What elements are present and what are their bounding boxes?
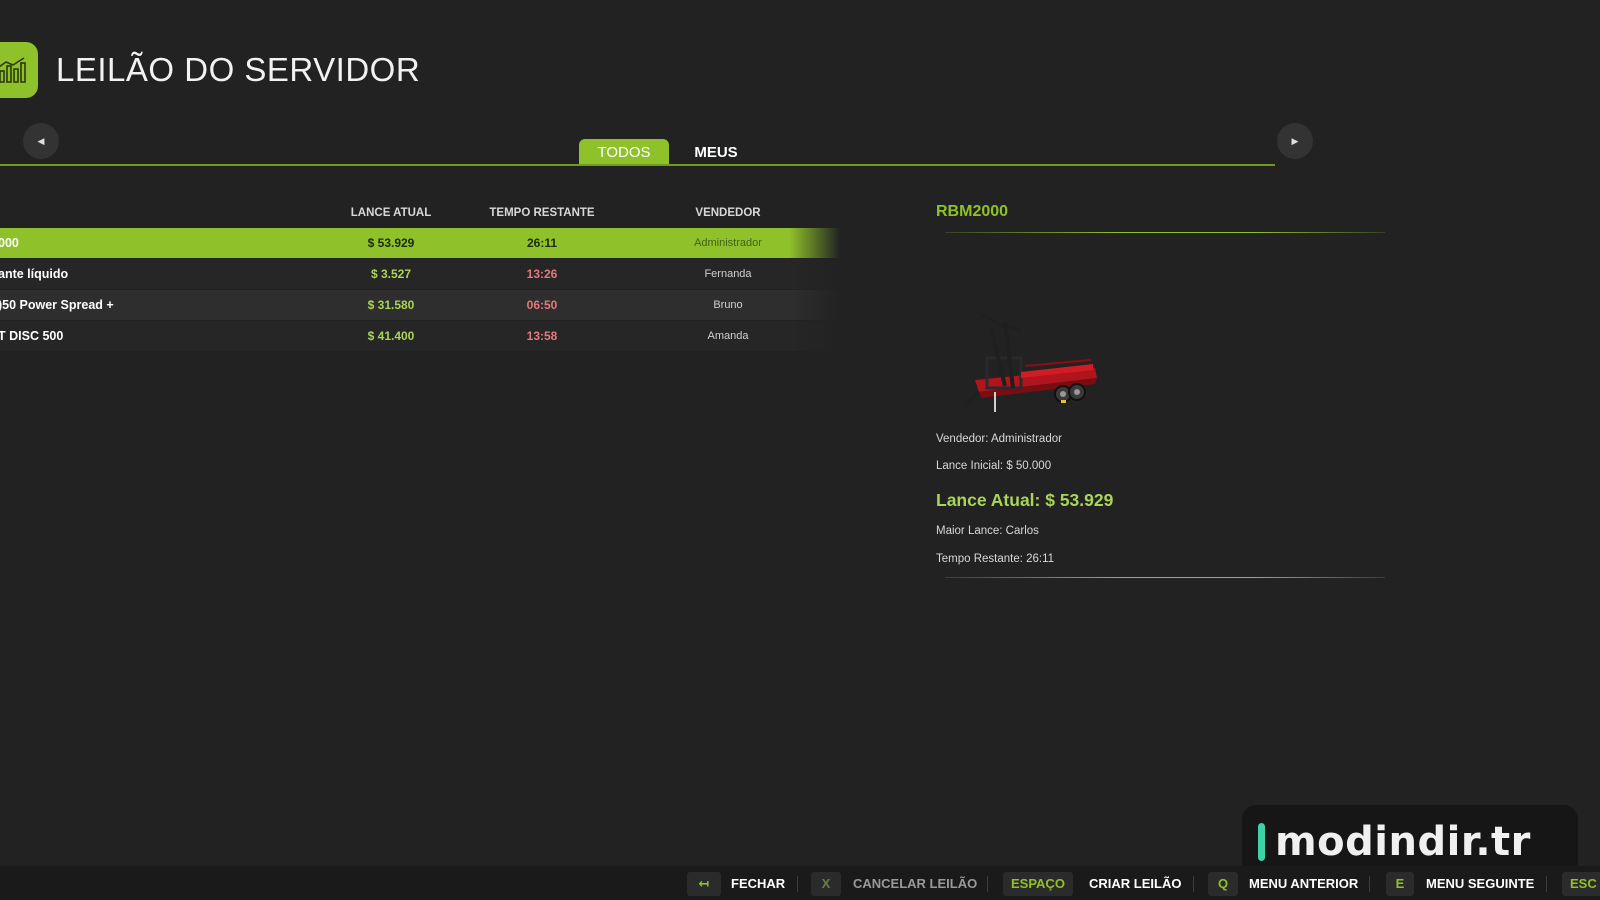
item-current-bid: $ 41.400 bbox=[367, 329, 415, 343]
item-seller: Amanda bbox=[707, 330, 749, 342]
key-next-menu: E bbox=[1386, 872, 1414, 896]
key-create-auction: ESPAÇO bbox=[1003, 872, 1073, 896]
previous-arrow-button[interactable]: ◀ bbox=[23, 123, 59, 159]
key-previous-menu: Q bbox=[1208, 872, 1238, 896]
item-current-bid: $ 31.580 bbox=[367, 298, 415, 312]
chart-icon bbox=[0, 42, 38, 98]
item-time-left: 13:58 bbox=[526, 329, 558, 343]
column-header-seller[interactable]: VENDEDOR bbox=[678, 207, 778, 219]
item-current-bid: $ 3.527 bbox=[370, 267, 412, 281]
detail-title: RBM2000 bbox=[936, 203, 1009, 220]
arrow-right-icon: ▶ bbox=[1291, 135, 1299, 146]
detail-divider-bottom bbox=[945, 577, 1385, 578]
tab-meus[interactable]: MEUS bbox=[690, 139, 742, 165]
key-cancel-auction: X bbox=[811, 872, 841, 896]
table-row[interactable]: )50 Power Spread + $ 31.580 06:50 Bruno bbox=[0, 290, 840, 320]
item-current-bid: $ 53.929 bbox=[367, 236, 415, 250]
column-header-current-bid[interactable]: LANCE ATUAL bbox=[341, 207, 441, 219]
footer-separator bbox=[987, 876, 988, 892]
footer-separator bbox=[1369, 876, 1370, 892]
vehicle-image bbox=[966, 312, 1097, 412]
cancel-auction-button[interactable]: CANCELAR LEILÃO bbox=[853, 872, 977, 896]
watermark-text: modindir.tr bbox=[1275, 819, 1531, 865]
next-arrow-button[interactable]: ▶ bbox=[1277, 123, 1313, 159]
item-name: T DISC 500 bbox=[0, 329, 64, 343]
item-name: ante líquido bbox=[0, 267, 69, 281]
arrow-left-icon: ◀ bbox=[37, 135, 45, 146]
tab-divider bbox=[0, 164, 1275, 166]
close-button[interactable]: FECHAR bbox=[731, 872, 785, 896]
footer-bar bbox=[0, 866, 1600, 900]
item-time-left: 13:26 bbox=[526, 267, 558, 281]
key-close: ↤ bbox=[687, 872, 721, 896]
item-seller: Administrador bbox=[694, 237, 762, 249]
previous-menu-button[interactable]: MENU ANTERIOR bbox=[1249, 872, 1358, 896]
item-seller: Bruno bbox=[713, 299, 743, 311]
footer-separator bbox=[1193, 876, 1194, 892]
footer-separator bbox=[1546, 876, 1547, 892]
detail-time-left: Tempo Restante: 26:11 bbox=[936, 553, 1055, 565]
tab-todos[interactable]: TODOS bbox=[579, 139, 669, 165]
next-menu-button[interactable]: MENU SEGUINTE bbox=[1426, 872, 1534, 896]
detail-divider-top bbox=[945, 232, 1385, 233]
detail-current-bid: Lance Atual: $ 53.929 bbox=[936, 490, 1114, 510]
page-title: LEILÃO DO SERVIDOR bbox=[56, 51, 421, 88]
detail-starting-bid: Lance Inicial: $ 50.000 bbox=[936, 460, 1052, 472]
detail-seller: Vendedor: Administrador bbox=[936, 433, 1062, 445]
watermark-bar bbox=[1258, 823, 1265, 861]
footer-separator bbox=[797, 876, 798, 892]
auction-screen: LEILÃO DO SERVIDOR ◀ ▶ TODOS MEUS LANCE … bbox=[0, 0, 1600, 900]
table-row[interactable]: ante líquido $ 3.527 13:26 Fernanda bbox=[0, 259, 840, 289]
key-escape[interactable]: ESC bbox=[1562, 872, 1600, 896]
item-time-left: 26:11 bbox=[526, 236, 558, 250]
table-row[interactable]: T DISC 500 $ 41.400 13:58 Amanda bbox=[0, 321, 840, 351]
item-name: 000 bbox=[0, 236, 19, 250]
item-name: )50 Power Spread + bbox=[0, 298, 114, 312]
detail-highest-bidder: Maior Lance: Carlos bbox=[936, 525, 1039, 537]
table-row[interactable]: 000 $ 53.929 26:11 Administrador bbox=[0, 228, 840, 258]
column-header-time-left[interactable]: TEMPO RESTANTE bbox=[482, 207, 602, 219]
item-time-left: 06:50 bbox=[526, 298, 558, 312]
item-seller: Fernanda bbox=[704, 268, 752, 280]
create-auction-button[interactable]: CRIAR LEILÃO bbox=[1089, 872, 1181, 896]
